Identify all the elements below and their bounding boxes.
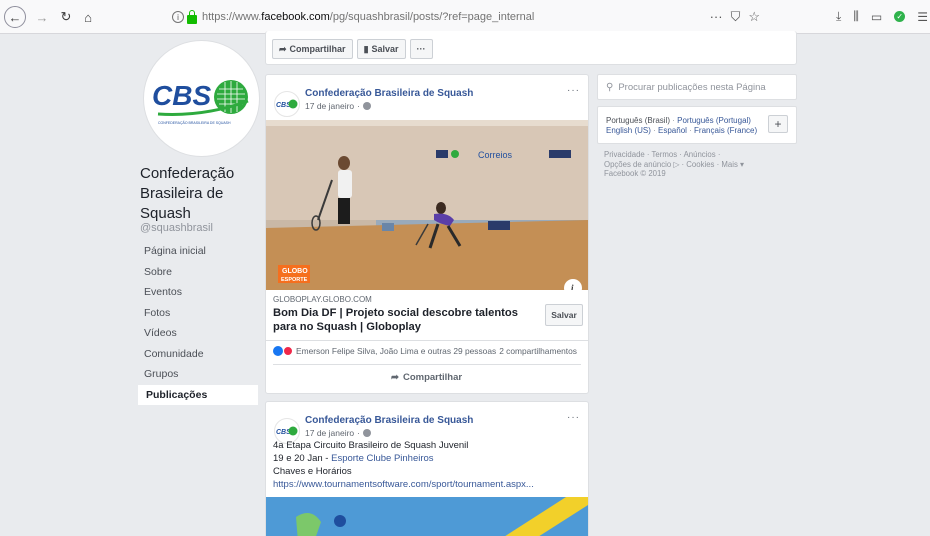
post-date[interactable]: 17 de janeiro bbox=[305, 428, 354, 438]
save-link-button[interactable]: Salvar bbox=[545, 304, 583, 326]
reactions-text[interactable]: Emerson Felipe Silva, João Lima e outras… bbox=[296, 346, 496, 356]
post-card: CBS Confederação Brasileira de Squash 17… bbox=[265, 74, 589, 394]
bookmark-star-icon[interactable]: ☆ bbox=[748, 9, 760, 25]
extension-icon[interactable]: ✓ bbox=[894, 11, 906, 22]
url-path: /pg/squashbrasil/posts/?ref=page_interna… bbox=[329, 11, 535, 23]
page-search-input[interactable]: ⚲ Procurar publicações nesta Página bbox=[597, 74, 797, 100]
globo-logo-bottom: ESPORTE bbox=[281, 277, 308, 283]
share-action-label: Compartilhar bbox=[402, 372, 463, 383]
sidebar-icon[interactable]: ▭ bbox=[871, 10, 882, 24]
add-language-button[interactable]: + bbox=[768, 115, 788, 133]
library-icon[interactable]: ⫼ bbox=[853, 9, 859, 24]
post-link[interactable]: Esporte Clube Pinheiros bbox=[331, 453, 433, 464]
post-text: 4a Etapa Circuito Brasileiro de Squash J… bbox=[273, 439, 534, 491]
shares-count[interactable]: 2 compartilhamentos bbox=[499, 346, 577, 356]
cbs-logo-icon: CBS bbox=[276, 99, 298, 109]
downloads-icon[interactable]: ⤓ bbox=[836, 9, 841, 24]
language-line: Português (Brasil) · Português (Portugal… bbox=[606, 116, 751, 125]
post-line: Chaves e Horários bbox=[273, 466, 352, 477]
footer-line[interactable]: Opções de anúncio ▷ · Cookies · Mais ▾ bbox=[604, 160, 784, 170]
post-meta: 17 de janeiro · bbox=[305, 428, 371, 438]
save-label: Salvar bbox=[371, 44, 399, 54]
language-current: Português (Brasil) bbox=[606, 116, 671, 125]
share-icon: ➦ bbox=[279, 43, 287, 54]
globe-icon bbox=[363, 102, 371, 110]
footer-copyright: Facebook © 2019 bbox=[604, 169, 666, 178]
language-option[interactable]: English (US) bbox=[606, 126, 651, 135]
page-actions-icon[interactable]: ··· bbox=[710, 9, 723, 25]
footer-links: Privacidade · Termos · Anúncios · Opções… bbox=[604, 150, 784, 179]
nav-item-events[interactable]: Eventos bbox=[138, 282, 258, 303]
logo-subtext: CONFEDERAÇÃO BRASILEIRA DE SQUASH bbox=[158, 120, 231, 125]
browser-toolbar: ← → ↻ ⌂ i https://www. facebook.com/pg/sq… bbox=[0, 0, 930, 34]
divider bbox=[266, 340, 588, 341]
language-option[interactable]: Español bbox=[658, 126, 687, 135]
globe-icon bbox=[363, 429, 371, 437]
back-icon[interactable]: ← bbox=[4, 6, 26, 28]
page-handle[interactable]: @squashbrasil bbox=[140, 222, 213, 234]
bookmark-icon: ▮ bbox=[363, 43, 369, 54]
share-label: Compartilhar bbox=[289, 44, 346, 54]
more-button[interactable]: ··· bbox=[409, 39, 433, 59]
url-domain: facebook.com bbox=[261, 11, 330, 23]
nav-item-community[interactable]: Comunidade bbox=[138, 344, 258, 365]
nav-item-home[interactable]: Página inicial bbox=[138, 241, 258, 262]
language-selector: Português (Brasil) · Português (Portugal… bbox=[597, 106, 797, 144]
info-icon[interactable]: i bbox=[172, 11, 184, 23]
video-banner-text: Correios bbox=[478, 150, 513, 160]
post-image[interactable] bbox=[266, 497, 588, 536]
url-prefix: https://www. bbox=[202, 11, 262, 23]
nav-item-about[interactable]: Sobre bbox=[138, 262, 258, 283]
post-card: CBS Confederação Brasileira de Squash 17… bbox=[265, 401, 589, 536]
nav-item-posts[interactable]: Publicações bbox=[138, 384, 258, 405]
post-options-button[interactable]: ··· bbox=[567, 412, 580, 423]
pocket-icon[interactable]: ⛉ bbox=[731, 9, 741, 25]
post-meta: 17 de janeiro · bbox=[305, 101, 371, 111]
like-reaction-icon bbox=[273, 346, 283, 356]
footer-line[interactable]: Privacidade · Termos · Anúncios · bbox=[604, 150, 784, 160]
video-thumbnail: Correios GLOBO ESPORTE i bbox=[266, 120, 588, 290]
page-profile-picture[interactable]: CBS CONFEDERAÇÃO BRASILEIRA DE SQUASH bbox=[143, 40, 260, 157]
logo-text: CBS bbox=[152, 80, 211, 111]
language-line: English (US) · Español · Français (Franc… bbox=[606, 126, 758, 135]
lock-icon bbox=[187, 9, 197, 24]
post-author[interactable]: Confederação Brasileira de Squash bbox=[305, 415, 473, 426]
url-bar[interactable]: i https://www. facebook.com/pg/squashbras… bbox=[172, 6, 764, 28]
share-icon: ➦ bbox=[391, 372, 399, 383]
forward-icon[interactable]: → bbox=[34, 7, 50, 27]
reactions-summary[interactable]: Emerson Felipe Silva, João Lima e outras… bbox=[273, 346, 577, 356]
post-author[interactable]: Confederação Brasileira de Squash bbox=[305, 88, 473, 99]
post-image-graphic bbox=[266, 497, 588, 536]
link-title[interactable]: Bom Dia DF | Projeto social descobre tal… bbox=[273, 306, 533, 334]
page-nav: Página inicial Sobre Eventos Fotos Vídeo… bbox=[138, 241, 258, 405]
globo-logo-top: GLOBO bbox=[282, 268, 308, 275]
post-avatar[interactable]: CBS bbox=[274, 91, 300, 117]
share-action-button[interactable]: ➦ Compartilhar bbox=[391, 372, 462, 383]
nav-item-groups[interactable]: Grupos bbox=[138, 364, 258, 385]
post-line: 19 e 20 Jan - Esporte Clube Pinheiros bbox=[273, 452, 534, 465]
previous-post-actions: ➦ Compartilhar ▮ Salvar ··· bbox=[265, 31, 797, 65]
post-url-link[interactable]: https://www.tournamentsoftware.com/sport… bbox=[273, 478, 534, 491]
post-options-button[interactable]: ··· bbox=[567, 85, 580, 96]
divider bbox=[273, 364, 581, 365]
nav-item-videos[interactable]: Vídeos bbox=[138, 323, 258, 344]
post-line-text: 19 e 20 Jan - bbox=[273, 453, 332, 464]
cbs-logo-icon: CBS CONFEDERAÇÃO BRASILEIRA DE SQUASH bbox=[152, 80, 249, 125]
love-reaction-icon bbox=[283, 346, 293, 356]
search-placeholder: Procurar publicações nesta Página bbox=[618, 81, 766, 93]
language-option[interactable]: Français (France) bbox=[694, 126, 757, 135]
share-button[interactable]: ➦ Compartilhar bbox=[272, 39, 353, 59]
post-date[interactable]: 17 de janeiro bbox=[305, 101, 354, 111]
video-player[interactable]: Correios GLOBO ESPORTE i bbox=[266, 120, 588, 290]
nav-item-photos[interactable]: Fotos bbox=[138, 303, 258, 324]
menu-icon[interactable]: ☰ bbox=[917, 10, 928, 24]
language-option[interactable]: Português (Portugal) bbox=[677, 116, 751, 125]
page-title[interactable]: Confederação Brasileira de Squash bbox=[140, 164, 260, 224]
link-source[interactable]: GLOBOPLAY.GLOBO.COM bbox=[273, 295, 372, 304]
search-icon: ⚲ bbox=[606, 81, 614, 93]
home-icon[interactable]: ⌂ bbox=[80, 7, 96, 27]
save-button[interactable]: ▮ Salvar bbox=[356, 39, 406, 59]
reload-icon[interactable]: ↻ bbox=[58, 7, 74, 27]
post-line: 4a Etapa Circuito Brasileiro de Squash J… bbox=[273, 440, 469, 451]
